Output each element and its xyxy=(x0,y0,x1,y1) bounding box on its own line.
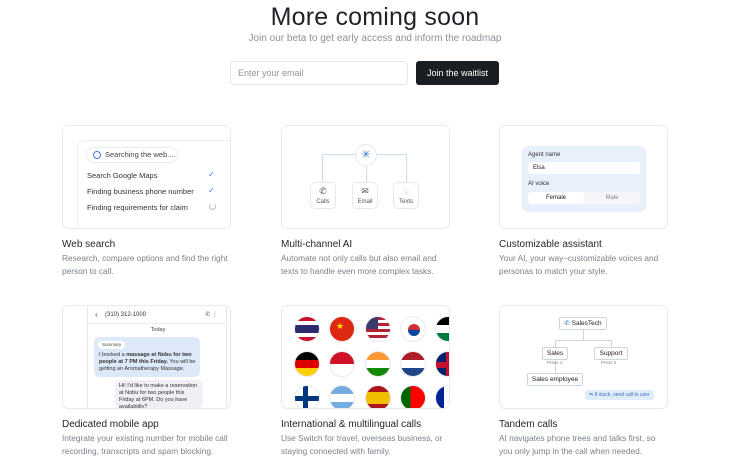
search-step: Search Google Maps xyxy=(87,171,158,180)
mail-icon: ✉ xyxy=(361,186,369,196)
feature-description-line: you only jump in the call when needed. xyxy=(499,445,642,456)
jordan-flag-icon xyxy=(435,316,449,342)
channel-email: ✉ Email xyxy=(352,182,378,209)
france-flag-icon xyxy=(435,385,449,408)
searching-label: Searching the web.... xyxy=(105,150,176,159)
check-icon: ✓ xyxy=(208,170,215,179)
agent-name-field: Elsa xyxy=(528,162,640,174)
feature-description: Automate not only calls but also email a… xyxy=(281,252,481,277)
thailand-flag-icon xyxy=(294,316,320,342)
multi-channel-card: ✳ ✆ Calls ✉ Email ◌ Texts xyxy=(281,125,450,229)
handoff-tip: ⇋ If stuck, send call to user xyxy=(585,390,654,400)
chat-icon: ◌ xyxy=(403,186,409,196)
press-label: Press 1 xyxy=(547,360,563,365)
searching-pill: Searching the web.... xyxy=(86,147,178,163)
uk-flag-icon xyxy=(435,351,449,377)
channel-texts: ◌ Texts xyxy=(393,182,419,209)
search-step: Finding requirements for claim xyxy=(87,203,188,212)
search-step: Finding business phone number xyxy=(87,187,194,196)
feature-description: AI navigates phone trees and talks first… xyxy=(499,432,699,457)
international-card: ★ xyxy=(281,305,450,409)
feature-description-line: texts to handle even more complex tasks. xyxy=(281,265,434,276)
feature-title: Multi-channel AI xyxy=(281,239,353,250)
sparkle-icon: ✳ xyxy=(355,144,377,166)
channel-calls: ✆ Calls xyxy=(310,182,336,209)
check-icon: ✓ xyxy=(208,186,215,195)
feature-description-line: Research, compare options and find the r… xyxy=(62,253,228,263)
mobile-app-card: ‹ (310) 312-1000 ✆ ⋮ Today Summary I boo… xyxy=(62,305,231,409)
summary-text-part: I booked a xyxy=(99,352,127,358)
summary-bubble: Summary I booked a massage at Nobu for t… xyxy=(94,337,200,377)
phone-tree-support: Support xyxy=(594,347,628,360)
feature-description-line: personas to match your style. xyxy=(499,265,608,276)
finland-flag-icon xyxy=(294,385,320,408)
china-flag-icon: ★ xyxy=(329,316,355,342)
chevron-left-icon: ‹ xyxy=(95,310,98,319)
ai-voice-label: AI voice xyxy=(528,181,550,187)
phone-preview: ‹ (310) 312-1000 ✆ ⋮ Today Summary I boo… xyxy=(87,306,228,408)
south-korea-flag-icon xyxy=(400,316,426,342)
portugal-flag-icon xyxy=(400,385,426,408)
phone-number: (310) 312-1000 xyxy=(105,312,147,318)
feature-description-line: Automate not only calls but also email a… xyxy=(281,253,437,263)
call-actions-icons: ✆ ⋮ xyxy=(205,312,218,318)
feature-description-line: person to call. xyxy=(62,265,114,276)
email-input[interactable] xyxy=(230,61,408,85)
feature-description: Your AI, your way–customizable voices an… xyxy=(499,252,699,277)
feature-description-line: AI navigates phone trees and talks first… xyxy=(499,433,656,443)
phone-tree-root: ✆ SalesTech xyxy=(559,317,607,330)
voice-option-male: Male xyxy=(605,195,619,201)
globe-icon xyxy=(93,151,101,159)
customizable-assistant-card: Agent name Elsa AI voice Female Male xyxy=(499,125,668,229)
voice-option-female: Female xyxy=(528,192,584,204)
spain-flag-icon xyxy=(365,385,391,408)
feature-description-line: Your AI, your way–customizable voices an… xyxy=(499,253,659,263)
channel-label: Texts xyxy=(398,199,413,205)
feature-description: Integrate your existing number for mobil… xyxy=(62,432,262,457)
page-title: More coming soon xyxy=(270,3,480,31)
summary-tag: Summary xyxy=(98,341,126,349)
channel-label: Calls xyxy=(316,199,330,205)
phone-icon: ✆ xyxy=(319,186,327,196)
india-flag-icon xyxy=(365,351,391,377)
feature-description-line: recording, transcripts and spam blocking… xyxy=(62,445,214,456)
feature-title: Customizable assistant xyxy=(499,239,602,250)
feature-description: Use Switch for travel, overseas business… xyxy=(281,432,481,457)
germany-flag-icon xyxy=(294,351,320,377)
channel-label: Email xyxy=(357,199,373,205)
feature-title: Dedicated mobile app xyxy=(62,419,159,430)
tandem-calls-card: ✆ SalesTech Sales Press 1 Support Press … xyxy=(499,305,668,409)
assistant-settings-panel: Agent name Elsa AI voice Female Male xyxy=(522,146,646,212)
message-bubble: Hi! I'd like to make a reservation at No… xyxy=(115,380,203,408)
handoff-tip-label: If stuck, send call to user xyxy=(594,392,650,398)
phone-icon: ✆ xyxy=(564,320,570,327)
usa-flag-icon xyxy=(365,316,391,342)
phone-tree-sales-employee: Sales employee xyxy=(527,373,583,386)
summary-text: I booked a massage at Nobu for two peopl… xyxy=(99,352,199,373)
day-label: Today xyxy=(150,327,166,333)
phone-tree-root-label: SalesTech xyxy=(571,320,602,327)
voice-toggle: Female Male xyxy=(528,192,640,204)
feature-description: Research, compare options and find the r… xyxy=(62,252,262,277)
spinner-icon xyxy=(209,203,216,210)
join-waitlist-button[interactable]: Join the waitlist xyxy=(416,61,499,85)
argentina-flag-icon xyxy=(329,385,355,408)
netherlands-flag-icon xyxy=(400,351,426,377)
agent-name-label: Agent name xyxy=(528,152,561,158)
press-label: Press 0 xyxy=(601,360,617,365)
feature-description-line: staying connected with family. xyxy=(281,445,391,456)
feature-description-line: Use Switch for travel, overseas business… xyxy=(281,433,443,443)
feature-title: Tandem calls xyxy=(499,419,558,430)
indonesia-flag-icon xyxy=(329,351,355,377)
page-subtitle: Join our beta to get early access and in… xyxy=(248,33,502,44)
link-icon: ⇋ xyxy=(589,392,594,398)
phone-tree-sales: Sales xyxy=(542,347,568,360)
feature-title: Web search xyxy=(62,239,116,250)
feature-title: International & multilingual calls xyxy=(281,419,422,430)
web-search-card: Searching the web.... Search Google Maps… xyxy=(62,125,231,229)
feature-description-line: Integrate your existing number for mobil… xyxy=(62,433,228,443)
